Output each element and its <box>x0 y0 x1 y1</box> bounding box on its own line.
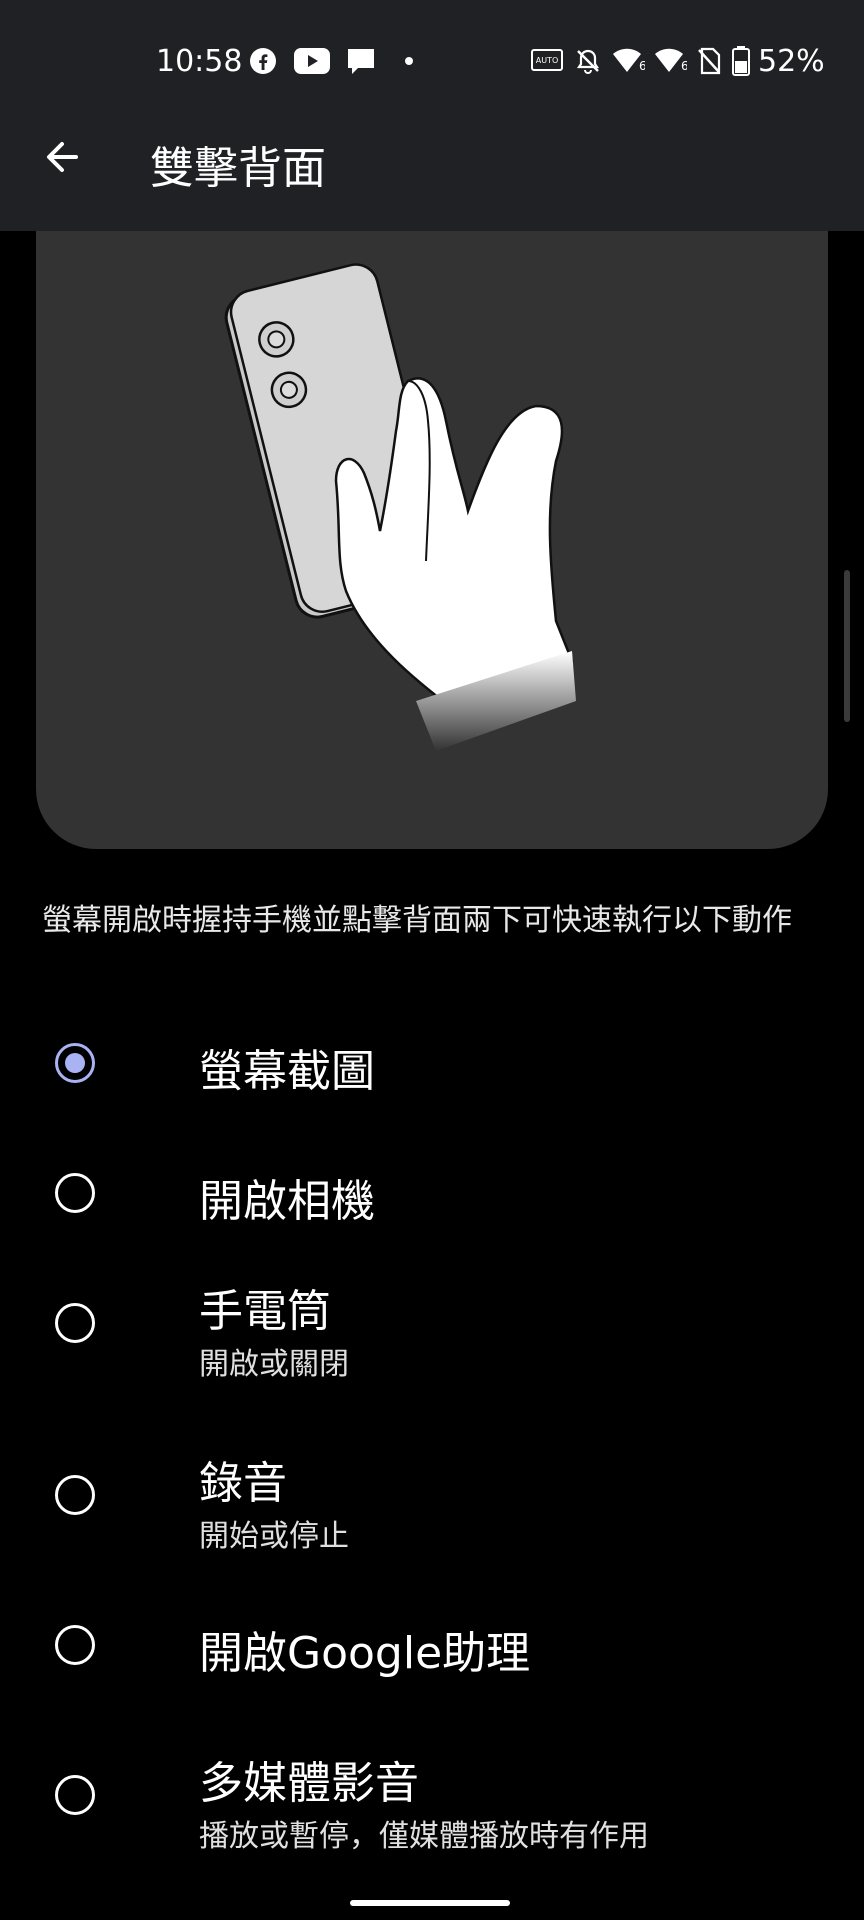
option-screenshot[interactable]: 螢幕截圖 <box>0 1015 864 1115</box>
youtube-icon <box>292 44 332 78</box>
battery-percent: 52% <box>758 44 825 79</box>
option-google-assistant[interactable]: 開啟Google助理 <box>0 1610 864 1710</box>
radio-button-checked[interactable] <box>55 1043 95 1083</box>
dot-icon <box>402 44 416 78</box>
radio-button[interactable] <box>55 1625 95 1665</box>
radio-button[interactable] <box>55 1303 95 1343</box>
option-voice-recorder[interactable]: 錄音 開始或停止 <box>0 1447 864 1567</box>
option-title: 開啟相機 <box>199 1176 375 1227</box>
option-title: 錄音 <box>199 1458 287 1509</box>
svg-text:6: 6 <box>639 59 645 73</box>
wifi-6-icon: 6 <box>610 44 646 78</box>
gesture-home-bar[interactable] <box>350 1900 510 1906</box>
scrollbar[interactable] <box>844 570 850 722</box>
page-title: 雙擊背面 <box>150 143 326 194</box>
radio-button[interactable] <box>55 1173 95 1213</box>
option-title: 手電筒 <box>199 1286 331 1337</box>
radio-button[interactable] <box>55 1775 95 1815</box>
battery-icon <box>730 44 752 78</box>
status-bar: 10:58 AUTO 6 6 52% <box>0 0 864 125</box>
svg-text:6: 6 <box>681 59 687 73</box>
hand-holding-phone-illustration <box>36 231 828 849</box>
app-bar <box>0 125 864 231</box>
option-media-playback[interactable]: 多媒體影音 播放或暫停，僅媒體播放時有作用 <box>0 1747 864 1867</box>
auto-hz-icon: AUTO <box>530 44 564 78</box>
radio-button[interactable] <box>55 1475 95 1515</box>
arrow-left-icon <box>47 142 78 172</box>
option-title: 螢幕截圖 <box>199 1046 375 1097</box>
status-time: 10:58 <box>156 44 243 79</box>
option-subtitle: 開啟或關閉 <box>199 1347 349 1382</box>
option-subtitle: 開始或停止 <box>199 1519 349 1554</box>
svg-text:AUTO: AUTO <box>536 56 559 65</box>
wifi-6-icon: 6 <box>652 44 688 78</box>
option-title: 開啟Google助理 <box>199 1628 531 1679</box>
message-icon <box>344 44 378 78</box>
option-flashlight[interactable]: 手電筒 開啟或關閉 <box>0 1275 864 1395</box>
facebook-icon <box>248 44 278 78</box>
option-open-camera[interactable]: 開啟相機 <box>0 1145 864 1245</box>
option-subtitle: 播放或暫停，僅媒體播放時有作用 <box>199 1819 649 1854</box>
option-title: 多媒體影音 <box>199 1758 419 1809</box>
no-sim-icon <box>694 44 724 78</box>
bell-off-icon <box>572 44 604 78</box>
description-text: 螢幕開啟時握持手機並點擊背面兩下可快速執行以下動作 <box>42 903 792 938</box>
back-button[interactable] <box>30 125 94 189</box>
